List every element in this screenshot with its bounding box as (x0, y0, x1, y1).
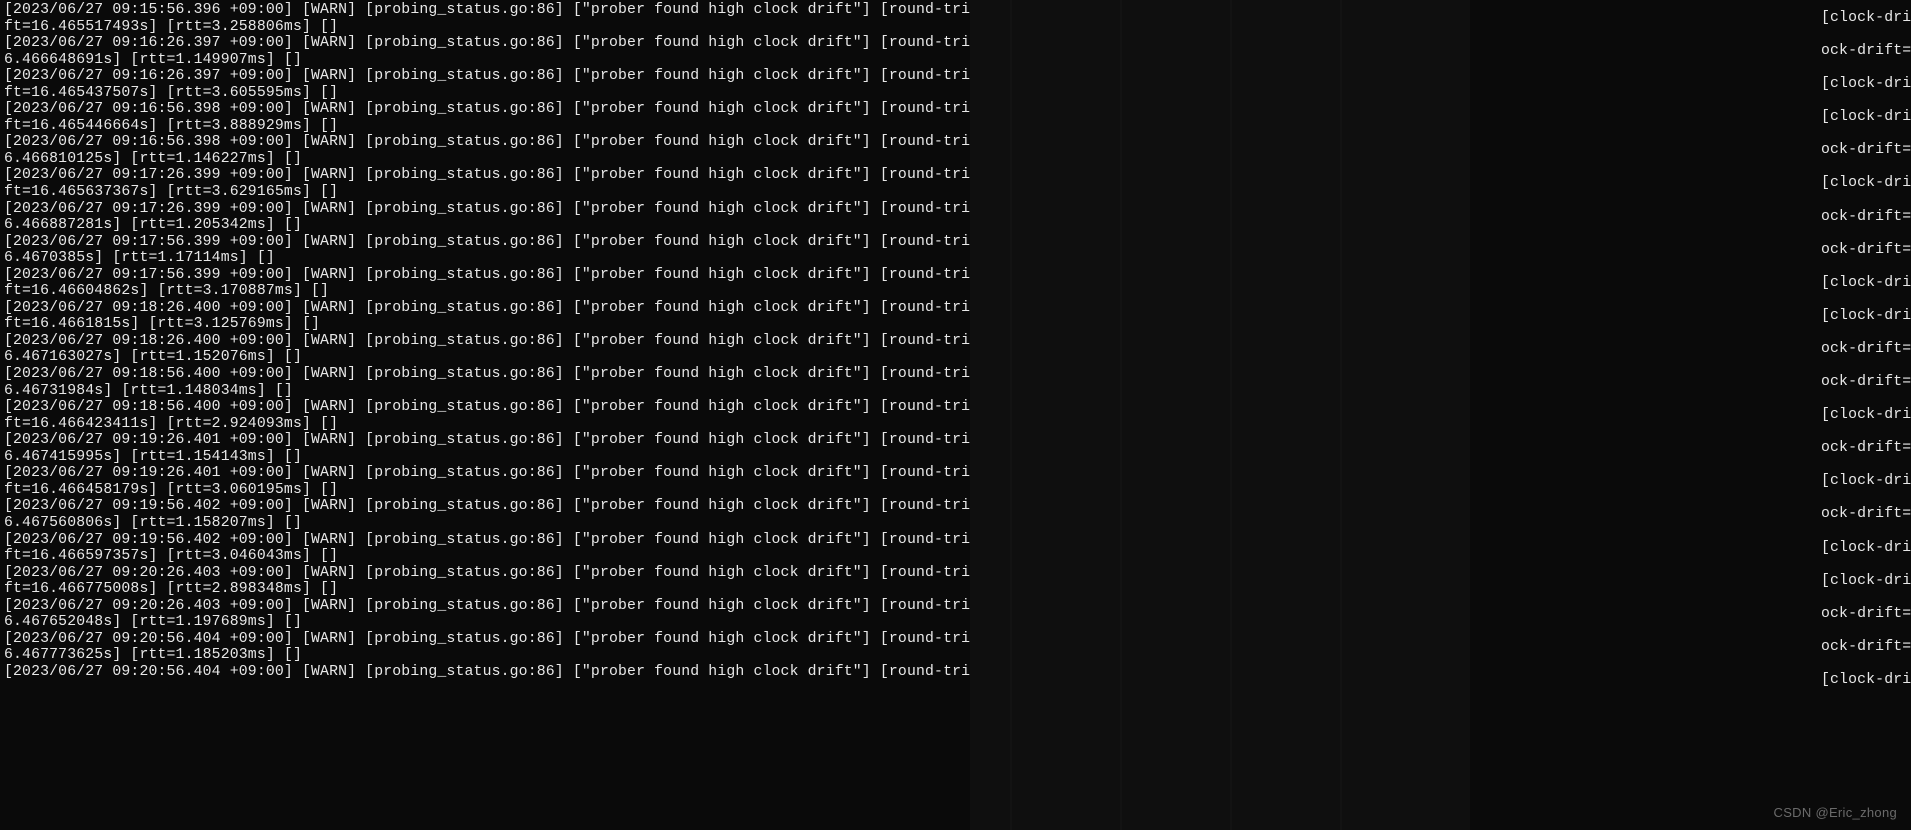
log-fragment: ock-drift=1 (1821, 35, 1911, 68)
log-fragment: [clock-dri (1821, 664, 1911, 697)
log-line: [2023/06/27 09:18:56.400 +09:00] [WARN] … (4, 366, 970, 383)
artifact-line (1340, 0, 1342, 830)
log-fragment: ock-drift=1 (1821, 134, 1911, 167)
log-fragment: [clock-dri (1821, 68, 1911, 101)
log-line: [2023/06/27 09:16:26.397 +09:00] [WARN] … (4, 68, 970, 85)
log-line: ft=16.465637367s] [rtt=3.629165ms] [] (4, 184, 970, 201)
log-output-left[interactable]: [2023/06/27 09:15:56.396 +09:00] [WARN] … (0, 0, 970, 830)
log-line: [2023/06/27 09:16:26.397 +09:00] [WARN] … (4, 35, 970, 52)
log-fragment: ock-drift=1 (1821, 498, 1911, 531)
log-line: [2023/06/27 09:19:56.402 +09:00] [WARN] … (4, 498, 970, 515)
log-line: ft=16.465437507s] [rtt=3.605595ms] [] (4, 85, 970, 102)
log-line: 6.467163027s] [rtt=1.152076ms] [] (4, 349, 970, 366)
log-fragment: ock-drift=1 (1821, 366, 1911, 399)
log-line: [2023/06/27 09:20:26.403 +09:00] [WARN] … (4, 565, 970, 582)
log-line: 6.466648691s] [rtt=1.149907ms] [] (4, 52, 970, 69)
log-line: 6.4670385s] [rtt=1.17114ms] [] (4, 250, 970, 267)
log-line: [2023/06/27 09:17:56.399 +09:00] [WARN] … (4, 234, 970, 251)
log-fragment: [clock-dri (1821, 2, 1911, 35)
log-line: [2023/06/27 09:17:26.399 +09:00] [WARN] … (4, 167, 970, 184)
log-line: 6.466810125s] [rtt=1.146227ms] [] (4, 151, 970, 168)
log-line: [2023/06/27 09:17:56.399 +09:00] [WARN] … (4, 267, 970, 284)
log-line: ft=16.466775008s] [rtt=2.898348ms] [] (4, 581, 970, 598)
log-fragment: [clock-dri (1821, 300, 1911, 333)
log-line: [2023/06/27 09:19:56.402 +09:00] [WARN] … (4, 532, 970, 549)
log-fragment: [clock-dri (1821, 399, 1911, 432)
log-line: [2023/06/27 09:19:26.401 +09:00] [WARN] … (4, 465, 970, 482)
log-line: [2023/06/27 09:20:56.404 +09:00] [WARN] … (4, 664, 970, 681)
obscured-middle-region (970, 0, 1470, 830)
artifact-line (1010, 0, 1012, 830)
log-fragment: [clock-dri (1821, 532, 1911, 565)
log-line: 6.467560806s] [rtt=1.158207ms] [] (4, 515, 970, 532)
log-line: 6.466887281s] [rtt=1.205342ms] [] (4, 217, 970, 234)
log-line: ft=16.466597357s] [rtt=3.046043ms] [] (4, 548, 970, 565)
log-fragment: ock-drift=1 (1821, 333, 1911, 366)
log-line: [2023/06/27 09:15:56.396 +09:00] [WARN] … (4, 2, 970, 19)
log-line: [2023/06/27 09:17:26.399 +09:00] [WARN] … (4, 201, 970, 218)
log-line: ft=16.466458179s] [rtt=3.060195ms] [] (4, 482, 970, 499)
log-line: [2023/06/27 09:18:26.400 +09:00] [WARN] … (4, 333, 970, 350)
log-fragment: [clock-dri (1821, 167, 1911, 200)
log-line: ft=16.465446664s] [rtt=3.888929ms] [] (4, 118, 970, 135)
log-fragment: [clock-dri (1821, 101, 1911, 134)
log-fragment: [clock-dri (1821, 267, 1911, 300)
artifact-line (1120, 0, 1122, 830)
log-line: [2023/06/27 09:18:26.400 +09:00] [WARN] … (4, 300, 970, 317)
log-line: ft=16.46604862s] [rtt=3.170887ms] [] (4, 283, 970, 300)
log-line: ft=16.466423411s] [rtt=2.924093ms] [] (4, 416, 970, 433)
log-fragment: ock-drift=1 (1821, 598, 1911, 631)
log-line: 6.46731984s] [rtt=1.148034ms] [] (4, 383, 970, 400)
log-line: [2023/06/27 09:16:56.398 +09:00] [WARN] … (4, 101, 970, 118)
log-line: ft=16.4661815s] [rtt=3.125769ms] [] (4, 316, 970, 333)
log-line: [2023/06/27 09:19:26.401 +09:00] [WARN] … (4, 432, 970, 449)
log-line: 6.467773625s] [rtt=1.185203ms] [] (4, 647, 970, 664)
log-output-right[interactable]: [clock-dri ock-drift=1 [clock-dri [clock… (1821, 0, 1911, 830)
log-fragment: ock-drift=1 (1821, 234, 1911, 267)
artifact-line (1230, 0, 1232, 830)
log-line: [2023/06/27 09:18:56.400 +09:00] [WARN] … (4, 399, 970, 416)
log-line: ft=16.465517493s] [rtt=3.258806ms] [] (4, 19, 970, 36)
log-line: [2023/06/27 09:20:26.403 +09:00] [WARN] … (4, 598, 970, 615)
log-line: [2023/06/27 09:20:56.404 +09:00] [WARN] … (4, 631, 970, 648)
log-fragment: [clock-dri (1821, 465, 1911, 498)
log-fragment: ock-drift=1 (1821, 432, 1911, 465)
log-fragment: ock-drift=1 (1821, 201, 1911, 234)
log-fragment: [clock-dri (1821, 565, 1911, 598)
terminal-window[interactable]: [2023/06/27 09:15:56.396 +09:00] [WARN] … (0, 0, 1911, 830)
log-line: 6.467652048s] [rtt=1.197689ms] [] (4, 614, 970, 631)
log-line: 6.467415995s] [rtt=1.154143ms] [] (4, 449, 970, 466)
log-line: [2023/06/27 09:16:56.398 +09:00] [WARN] … (4, 134, 970, 151)
log-fragment: ock-drift=1 (1821, 631, 1911, 664)
